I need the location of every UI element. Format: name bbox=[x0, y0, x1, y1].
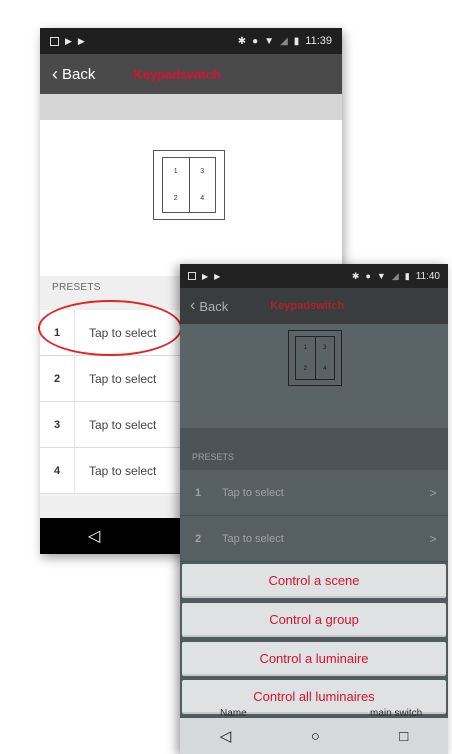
keypad-button-label: 3 bbox=[323, 344, 327, 351]
notification-icon bbox=[50, 36, 59, 46]
notification-icon bbox=[188, 272, 196, 280]
battery-icon: ▮ bbox=[293, 35, 300, 47]
preset-label: Tap to select bbox=[222, 532, 284, 545]
back-button[interactable]: ‹ Back bbox=[190, 297, 228, 315]
status-time: 11:39 bbox=[305, 35, 332, 47]
control-luminaire-button[interactable]: Control a luminaire bbox=[182, 642, 446, 676]
preset-label: Tap to select bbox=[74, 356, 156, 401]
system-nav-bar: ◁ ○ □ bbox=[180, 718, 448, 754]
control-scene-button[interactable]: Control a scene bbox=[182, 564, 446, 598]
preset-number: 2 bbox=[194, 532, 202, 545]
keypad-panel-icon: 1 2 3 4 bbox=[153, 150, 225, 220]
presets-label: PRESETS bbox=[52, 282, 101, 293]
chevron-left-icon: ‹ bbox=[52, 63, 58, 84]
keypad-button-label: 1 bbox=[173, 168, 178, 175]
chevron-left-icon: ‹ bbox=[190, 297, 196, 314]
battery-icon: ▮ bbox=[404, 270, 410, 281]
nav-back-icon[interactable]: ◁ bbox=[220, 727, 232, 745]
play-icon: ▶ bbox=[214, 271, 221, 281]
page-title: Keypadswitch bbox=[133, 66, 221, 82]
chevron-right-icon: > bbox=[429, 531, 437, 546]
minus-circle-icon: ● bbox=[252, 35, 259, 47]
preset-label: Tap to select bbox=[74, 402, 156, 447]
play-icon: ▶ bbox=[77, 35, 85, 46]
play-icon: ▶ bbox=[202, 271, 209, 281]
keypad-button-label: 4 bbox=[200, 195, 205, 202]
nav-home-icon[interactable]: ○ bbox=[311, 728, 320, 745]
nav-recent-icon[interactable]: □ bbox=[399, 728, 408, 745]
control-group-button[interactable]: Control a group bbox=[182, 603, 446, 637]
preset-row-1[interactable]: 1 Tap to select > bbox=[180, 470, 448, 516]
wifi-icon: ▼ bbox=[264, 35, 275, 47]
chevron-right-icon: > bbox=[429, 485, 437, 500]
preset-number: 2 bbox=[53, 372, 61, 385]
header-strip bbox=[40, 94, 342, 120]
keypad-button-label: 2 bbox=[303, 365, 307, 372]
back-label: Back bbox=[62, 65, 96, 83]
wifi-icon: ▼ bbox=[376, 271, 386, 281]
keypad-preview: 1 2 3 4 bbox=[40, 120, 342, 276]
play-icon: ▶ bbox=[65, 35, 72, 46]
keypad-panel-icon: 1 2 3 4 bbox=[288, 330, 342, 386]
keypad-button-label: 1 bbox=[303, 344, 307, 351]
preset-number: 3 bbox=[53, 418, 61, 431]
keypad-button-label: 4 bbox=[323, 365, 327, 372]
status-bar: ▶ ▶ ✱ ● ▼ ◢ ▮ 11:39 bbox=[40, 28, 342, 54]
signal-icon: ◢ bbox=[280, 35, 288, 47]
presets-label: PRESETS bbox=[192, 452, 235, 462]
preset-number: 4 bbox=[53, 464, 61, 477]
back-label: Back bbox=[199, 298, 229, 314]
signal-icon: ◢ bbox=[391, 270, 399, 281]
app-bar: ‹ Back Keypadswitch bbox=[40, 54, 342, 94]
preset-row-2[interactable]: 2 Tap to select > bbox=[180, 516, 448, 562]
phone-screen-2: ▶ ▶ ✱ ● ▼ ◢ ▮ 11:40 ‹ Back Keypadswitch … bbox=[180, 264, 448, 754]
preset-label: Tap to select bbox=[222, 486, 284, 499]
keypad-button-label: 3 bbox=[200, 168, 205, 175]
status-bar: ▶ ▶ ✱ ● ▼ ◢ ▮ 11:40 bbox=[180, 264, 448, 288]
keypad-preview: 1 2 3 4 bbox=[180, 324, 448, 428]
page-title: Keypadswitch bbox=[270, 300, 345, 312]
preset-label: Tap to select bbox=[74, 448, 156, 493]
nav-back-icon[interactable]: ◁ bbox=[88, 526, 100, 546]
back-button[interactable]: ‹ Back bbox=[52, 64, 95, 85]
app-bar: ‹ Back Keypadswitch bbox=[180, 288, 448, 324]
status-time: 11:40 bbox=[415, 270, 440, 282]
bluetooth-icon: ✱ bbox=[237, 35, 247, 47]
minus-circle-icon: ● bbox=[365, 271, 371, 281]
highlight-circle bbox=[38, 300, 182, 356]
keypad-button-label: 2 bbox=[173, 195, 178, 202]
bluetooth-icon: ✱ bbox=[351, 270, 360, 281]
preset-number: 1 bbox=[194, 486, 202, 499]
